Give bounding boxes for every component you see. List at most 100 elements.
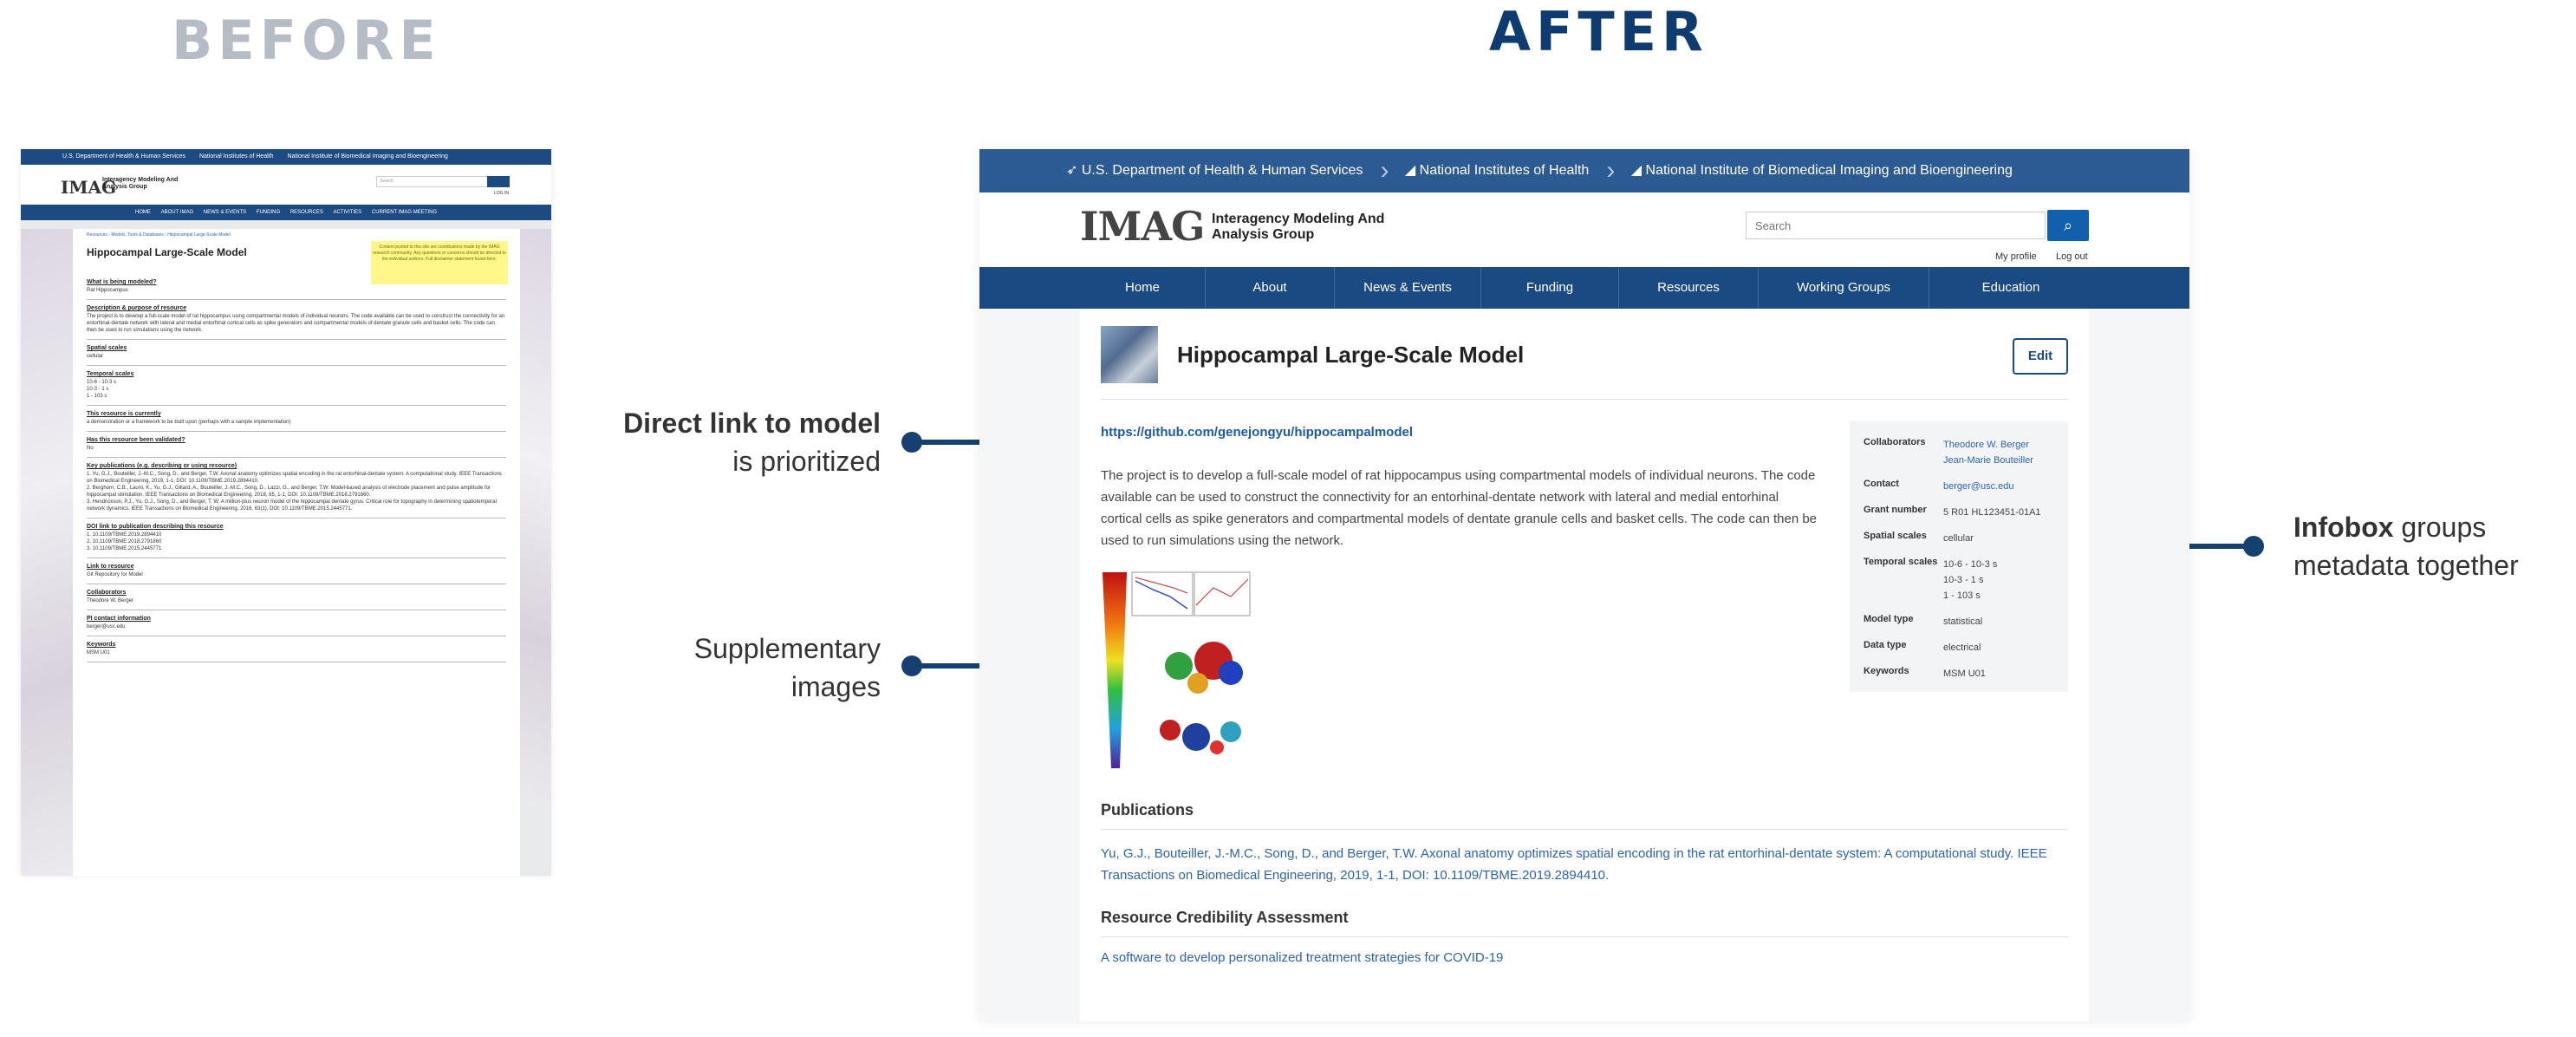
before-nav-item[interactable]: CURRENT IMAG MEETING xyxy=(372,210,437,215)
nav-item-about[interactable]: About xyxy=(1206,267,1335,309)
search-icon: ⌕ xyxy=(2063,217,2073,234)
gov-link-hhs[interactable]: ➶ U.S. Department of Health & Human Serv… xyxy=(1066,149,1389,192)
before-nav-item[interactable]: FUNDING xyxy=(257,210,280,215)
after-gov-bar: ➶ U.S. Department of Health & Human Serv… xyxy=(979,149,2189,192)
callout-infobox-line1: Infobox groups xyxy=(2293,508,2571,546)
before-nav-item[interactable]: ACTIVITIES xyxy=(334,210,362,215)
nav-item-funding[interactable]: Funding xyxy=(1481,267,1619,309)
supplementary-image[interactable] xyxy=(1101,571,1257,772)
after-heading: AFTER xyxy=(1489,0,1708,63)
before-gov-bar: U.S. Department of Health & Human Servic… xyxy=(21,149,551,165)
before-login-link[interactable]: LOG IN xyxy=(494,191,509,196)
gov-link-nih[interactable]: ◢ National Institutes of Health xyxy=(1404,149,1616,192)
imag-logo[interactable]: IMAG xyxy=(1080,203,1205,250)
infobox-spatial-value: cellular xyxy=(1943,533,1974,544)
nav-item-education[interactable]: Education xyxy=(1929,267,2092,309)
before-section-answer: The project is to develop a full-scale m… xyxy=(87,314,505,333)
imag-logo-text: Interagency Modeling And Analysis Group xyxy=(1212,212,1384,243)
infobox-key: Grant number xyxy=(1864,505,1927,515)
supplementary-figure-graphic xyxy=(1103,571,1251,768)
before-nav-item[interactable]: RESOURCES xyxy=(290,210,323,215)
infobox-key: Keywords xyxy=(1864,666,1909,676)
before-nav-item[interactable]: NEWS & EVENTS xyxy=(204,210,246,215)
before-nav-item[interactable]: HOME xyxy=(135,210,151,215)
before-section-answer: Git Repository for Model xyxy=(87,572,143,577)
before-section-answer: a demonstration or a framework to be bui… xyxy=(87,420,291,425)
before-header: IMAG Interagency Modeling And Analysis G… xyxy=(21,165,551,205)
infobox-key: Model type xyxy=(1864,614,1914,624)
logo-text-line: Analysis Group xyxy=(1212,227,1315,242)
model-description: The project is to develop a full-scale m… xyxy=(1101,468,1818,548)
hhs-eagle-icon: ➶ xyxy=(1066,163,1082,178)
nav-item-resources[interactable]: Resources xyxy=(1619,267,1759,309)
before-section: Key publications (e.g. describing or usi… xyxy=(87,458,506,518)
credibility-link[interactable]: A software to develop personalized treat… xyxy=(1101,950,1503,965)
model-page-content: Hippocampal Large-Scale Model Edit https… xyxy=(1080,309,2089,1021)
before-section-answer: MSM U01 xyxy=(87,650,110,655)
before-heading: BEFORE xyxy=(172,9,441,72)
before-nav: HOME ABOUT IMAG NEWS & EVENTS FUNDING RE… xyxy=(21,205,551,220)
nav-item-news-events[interactable]: News & Events xyxy=(1335,267,1481,309)
before-section-question: DOI link to publication describing this … xyxy=(87,524,224,530)
before-nav-item[interactable]: ABOUT IMAG xyxy=(161,210,194,215)
page-title: Hippocampal Large-Scale Model xyxy=(1177,342,1525,368)
nav-item-home[interactable]: Home xyxy=(1080,267,1206,309)
before-section-question: This resource is currently xyxy=(87,411,161,417)
gov-link[interactable]: U.S. Department of Health & Human Servic… xyxy=(62,153,185,160)
gov-link[interactable]: National Institute of Biomedical Imaging… xyxy=(288,153,448,160)
before-search-button[interactable] xyxy=(487,176,510,187)
infobox-keywords-value: MSM U01 xyxy=(1943,669,1986,679)
logo-text-line: Interagency Modeling And xyxy=(102,177,179,183)
before-section-answer: Theodore W. Berger xyxy=(87,598,134,603)
search-input[interactable] xyxy=(1746,212,2046,239)
nav-item-working-groups[interactable]: Working Groups xyxy=(1759,267,1929,309)
credibility-heading: Resource Credibility Assessment xyxy=(1101,909,1349,926)
before-section-question: Link to resource xyxy=(87,564,134,570)
callout-infobox: Infobox groups metadata together xyxy=(2293,508,2571,584)
publications-heading: Publications xyxy=(1101,801,1194,819)
my-profile-link[interactable]: My profile xyxy=(1995,251,2037,262)
before-section-answer: Rat Hippocampus xyxy=(87,288,128,293)
callout-link-bold: Direct link to model xyxy=(623,408,881,439)
infobox-contact-value[interactable]: berger@usc.edu xyxy=(1943,479,2073,494)
before-section-answer: 1. Yu, G.J., Bouteiller, J.-M.C., Song, … xyxy=(87,472,502,512)
before-section-answer: berger@usc.edu xyxy=(87,624,126,629)
gov-link-nibib[interactable]: ◢ National Institute of Biomedical Imagi… xyxy=(1631,149,2013,192)
logo-text-line: Analysis Group xyxy=(102,184,147,190)
log-out-link[interactable]: Log out xyxy=(2056,251,2088,262)
nih-icon: ◢ xyxy=(1404,163,1420,178)
infobox-key: Temporal scales xyxy=(1864,557,1938,567)
credibility-divider xyxy=(1101,936,2068,937)
before-section: Keywords MSM U01 xyxy=(87,636,506,662)
after-header: IMAG Interagency Modeling And Analysis G… xyxy=(979,192,2189,267)
callout-link-line xyxy=(919,440,981,445)
callout-infobox-line2: metadata together xyxy=(2293,550,2519,581)
infobox: Collaborators Theodore W. Berger Jean-Ma… xyxy=(1850,421,2068,692)
before-section: Collaborators Theodore W. Berger xyxy=(87,584,506,610)
before-section-answer: cellular xyxy=(87,354,104,359)
model-repository-link[interactable]: https://github.com/genejongyu/hippocampa… xyxy=(1101,425,1413,440)
before-section-question: Temporal scales xyxy=(87,371,134,377)
infobox-grant-value: 5 R01 HL123451-01A1 xyxy=(1943,507,2041,518)
before-section-question: Description & purpose of resource xyxy=(87,305,187,311)
before-section: DOI link to publication describing this … xyxy=(87,518,506,558)
gov-link-label: National Institutes of Health xyxy=(1419,163,1590,178)
background-texture-left xyxy=(21,229,73,876)
before-section-question: PI contact information xyxy=(87,616,151,622)
infobox-data-type-value: electrical xyxy=(1943,642,1981,653)
gov-link[interactable]: National Institutes of Health xyxy=(199,153,274,160)
before-disclaimer-note: Content posted to this site are contribu… xyxy=(371,241,508,284)
infobox-key: Contact xyxy=(1864,479,1899,489)
search-button[interactable]: ⌕ xyxy=(2047,210,2089,241)
before-breadcrumb[interactable]: Resources › Models, Tools & Databases › … xyxy=(87,232,506,238)
edit-button[interactable]: Edit xyxy=(2013,338,2068,375)
infobox-collaborators-value[interactable]: Theodore W. Berger Jean-Marie Bouteiller xyxy=(1943,437,2073,468)
before-section-question: Collaborators xyxy=(87,590,127,596)
infobox-key: Spatial scales xyxy=(1864,531,1927,541)
before-logo-text: Interagency Modeling And Analysis Group xyxy=(102,177,178,191)
before-section-answer: 10-6 - 10-3 s 10-3 - 1 s 1 - 103 s xyxy=(87,380,117,399)
before-section-answer: No xyxy=(87,446,94,451)
callout-images: Supplementary images xyxy=(607,629,881,706)
publication-link[interactable]: Yu, G.J., Bouteiller, J.-M.C., Song, D.,… xyxy=(1101,843,2054,886)
infobox-temporal-value: 10-6 - 10-3 s 10-3 - 1 s 1 - 103 s xyxy=(1943,559,1998,601)
